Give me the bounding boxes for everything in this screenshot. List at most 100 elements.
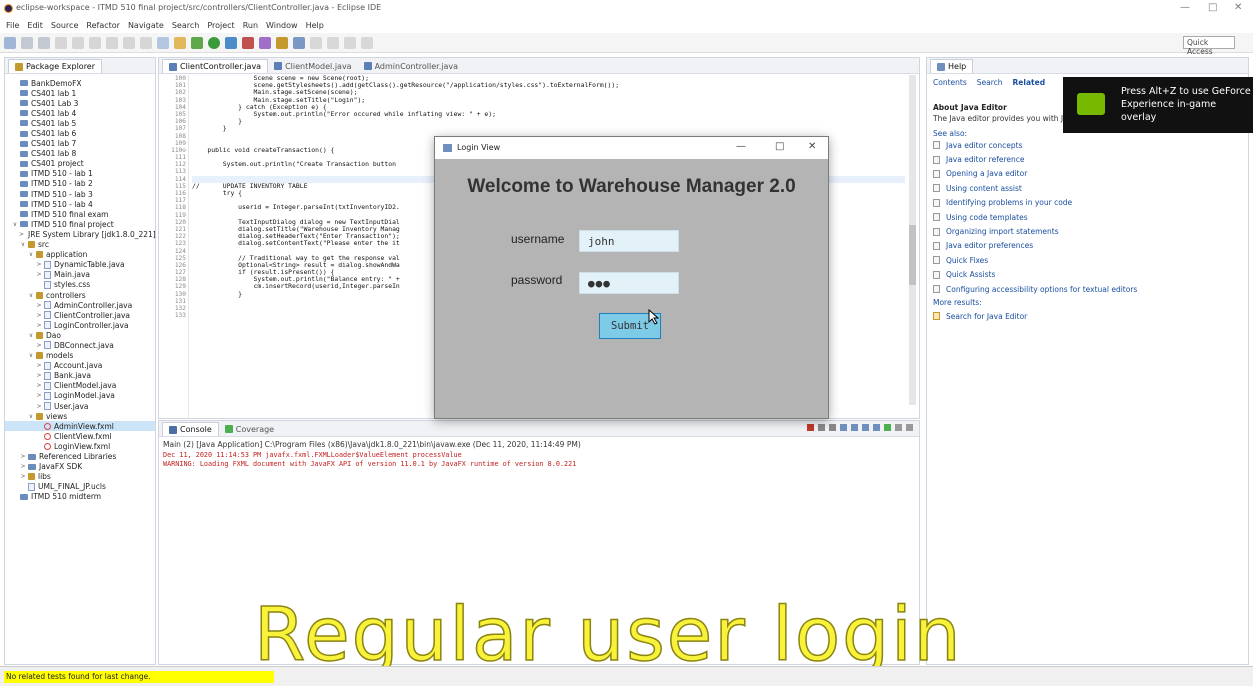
chevron-right-icon[interactable]: > [35, 372, 43, 379]
tree-item[interactable]: > Referenced Libraries [5, 451, 155, 461]
debug-icon[interactable] [191, 36, 203, 49]
chevron-right-icon[interactable]: > [35, 322, 43, 329]
save-icon[interactable] [21, 36, 33, 49]
help-search-link[interactable]: Search [977, 78, 1003, 87]
search-icon[interactable] [293, 36, 305, 49]
pin-console-icon[interactable] [862, 424, 869, 431]
tree-item[interactable]: CS401 project [5, 159, 155, 169]
chevron-down-icon[interactable]: ∨ [11, 221, 19, 228]
tree-item[interactable]: ITMD 510 final exam [5, 209, 155, 219]
tab-coverage[interactable]: Coverage [219, 422, 280, 436]
tree-item[interactable]: > DBConnect.java [5, 340, 155, 350]
tree-item[interactable]: ∨ models [5, 351, 155, 361]
tab-admin-controller[interactable]: AdminController.java [358, 59, 464, 73]
chevron-right-icon[interactable]: > [35, 362, 43, 369]
tree-item[interactable]: CS401 lab 5 [5, 118, 155, 128]
tree-item[interactable]: > libs [5, 472, 155, 482]
tree-item[interactable]: > JRE System Library [jdk1.8.0_221] [5, 229, 156, 239]
tree-item[interactable]: ITMD 510 - lab 3 [5, 189, 155, 199]
help-related-link[interactable]: Related [1013, 78, 1046, 87]
help-search-java-editor[interactable]: Search for Java Editor [927, 309, 1248, 323]
tree-item[interactable]: ITMD 510 midterm [5, 492, 155, 502]
tree-item[interactable]: ITMD 510 - lab 4 [5, 199, 155, 209]
tree-item[interactable]: AdminView.fxml [5, 421, 155, 432]
tab-package-explorer[interactable]: Package Explorer [8, 59, 103, 73]
code-line[interactable]: } [192, 125, 905, 132]
tree-item[interactable]: > AdminController.java [5, 300, 155, 310]
terminate-icon[interactable] [807, 424, 814, 431]
login-minimize-button[interactable]: — [736, 141, 746, 152]
chevron-down-icon[interactable]: ∨ [27, 413, 35, 420]
chevron-right-icon[interactable]: > [19, 231, 24, 238]
minimize-button[interactable]: — [1180, 2, 1190, 13]
open-project-icon[interactable] [276, 36, 288, 49]
annotation-next-icon[interactable] [310, 36, 322, 49]
tree-item[interactable]: > JavaFX SDK [5, 462, 155, 472]
new-icon[interactable] [4, 36, 16, 49]
tree-item[interactable]: > User.java [5, 401, 155, 411]
remove-all-icon[interactable] [829, 424, 836, 431]
menu-project[interactable]: Project [207, 21, 234, 30]
chevron-down-icon[interactable]: ∨ [27, 251, 35, 258]
help-link[interactable]: Java editor concepts [927, 138, 1248, 152]
tree-item[interactable]: CS401 lab 7 [5, 139, 155, 149]
suspend-icon[interactable] [89, 36, 101, 49]
password-input[interactable]: ●●● [579, 272, 679, 294]
help-link[interactable]: Using code templates [927, 210, 1248, 224]
quick-access-input[interactable]: Quick Access [1183, 36, 1235, 56]
tree-item[interactable]: UML_FINAL_JP.ucls [5, 482, 155, 492]
chevron-right-icon[interactable]: > [35, 261, 43, 268]
tree-item[interactable]: ∨ src [5, 240, 155, 250]
chevron-down-icon[interactable]: ∨ [27, 332, 35, 339]
tree-item[interactable]: ClientView.fxml [5, 431, 155, 441]
menu-navigate[interactable]: Navigate [128, 21, 164, 30]
help-link[interactable]: Opening a Java editor [927, 167, 1248, 181]
tree-item[interactable]: ∨ controllers [5, 290, 155, 300]
forward-icon[interactable] [361, 36, 373, 49]
tree-item[interactable]: styles.css [5, 280, 155, 290]
tree-item[interactable]: ITMD 510 - lab 1 [5, 169, 155, 179]
help-link[interactable]: Java editor preferences [927, 239, 1248, 253]
maximize-icon[interactable] [906, 424, 913, 431]
tree-item[interactable]: CS401 lab 1 [5, 88, 155, 98]
tab-console[interactable]: Console [162, 422, 219, 436]
help-link[interactable]: Quick Assists [927, 268, 1248, 282]
help-link[interactable]: Configuring accessibility options for te… [927, 282, 1248, 296]
back-icon[interactable] [344, 36, 356, 49]
chevron-right-icon[interactable]: > [35, 302, 43, 309]
code-line[interactable]: } [192, 117, 905, 125]
save-all-icon[interactable] [38, 36, 50, 49]
menu-refactor[interactable]: Refactor [86, 21, 120, 30]
open-console-icon[interactable] [884, 424, 891, 431]
tree-item[interactable]: > LoginController.java [5, 320, 155, 330]
run-icon[interactable] [208, 36, 220, 49]
login-maximize-button[interactable]: □ [775, 141, 784, 152]
editor-scroll-thumb[interactable] [909, 225, 916, 285]
help-link[interactable]: Java editor reference [927, 152, 1248, 166]
chevron-right-icon[interactable]: > [19, 453, 27, 460]
tree-item[interactable]: > Account.java [5, 361, 155, 371]
coverage-icon[interactable] [225, 36, 237, 49]
help-link[interactable]: Using content assist [927, 181, 1248, 195]
new-java-class-icon[interactable] [242, 36, 254, 49]
editor-scrollbar[interactable] [909, 75, 916, 405]
tree-item[interactable]: LoginView.fxml [5, 441, 155, 451]
tree-item[interactable]: CS401 Lab 3 [5, 98, 155, 108]
tree-item[interactable]: BankDemoFX [5, 78, 155, 88]
display-console-icon[interactable] [873, 424, 880, 431]
maximize-button[interactable]: □ [1208, 2, 1217, 13]
tree-item[interactable]: > Bank.java [5, 371, 155, 381]
tree-item[interactable]: CS401 lab 4 [5, 108, 155, 118]
tree-item[interactable]: ∨ application [5, 250, 155, 260]
tree-item[interactable]: CS401 lab 8 [5, 149, 155, 159]
help-contents-link[interactable]: Contents [933, 78, 967, 87]
word-wrap-icon[interactable] [851, 424, 858, 431]
tree-item[interactable]: > DynamicTable.java [5, 260, 155, 270]
chevron-right-icon[interactable]: > [35, 392, 43, 399]
help-link[interactable]: Organizing import statements [927, 224, 1248, 238]
username-input[interactable]: john [579, 230, 679, 252]
resume-icon[interactable] [72, 36, 84, 49]
tree-item[interactable]: > ClientModel.java [5, 381, 155, 391]
chevron-down-icon[interactable]: ∨ [27, 292, 35, 299]
tree-item[interactable]: > Main.java [5, 270, 155, 280]
